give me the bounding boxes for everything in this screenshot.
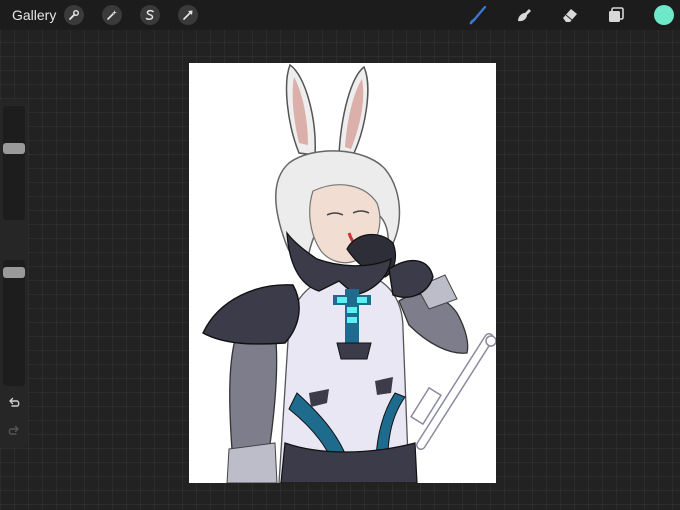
bunny-ears (285, 63, 369, 160)
layers-icon (609, 7, 624, 22)
top-toolbar: Gallery (0, 0, 680, 30)
arrow-cursor-icon (183, 10, 193, 20)
opacity-slider[interactable] (3, 260, 25, 386)
drawing-canvas[interactable] (189, 63, 496, 483)
layers-tool-button[interactable] (604, 3, 628, 27)
actions-button[interactable] (64, 5, 84, 25)
smudge-icon (518, 9, 531, 22)
artwork-illustration (202, 63, 496, 483)
smudge-tool-button[interactable] (512, 3, 536, 27)
undo-arrow-icon (9, 397, 20, 407)
opacity-slider-thumb[interactable] (3, 266, 25, 278)
left-sidebar (0, 100, 28, 448)
left-pauldron (202, 284, 300, 345)
adjustments-button[interactable] (102, 5, 122, 25)
selection-button[interactable] (140, 5, 160, 25)
selection-s-icon (145, 9, 154, 21)
transform-button[interactable] (178, 5, 198, 25)
gallery-button[interactable]: Gallery (12, 6, 56, 24)
color-picker-button[interactable] (654, 5, 674, 25)
brush-size-slider[interactable] (3, 106, 25, 220)
eraser-icon (563, 9, 577, 22)
wrench-icon (69, 10, 79, 20)
magic-wand-icon (107, 10, 117, 20)
brush-icon (469, 5, 487, 25)
brush-size-slider-thumb[interactable] (3, 143, 25, 155)
undo-button[interactable] (6, 395, 22, 411)
redo-button[interactable] (6, 423, 22, 439)
eraser-tool-button[interactable] (558, 3, 582, 27)
redo-arrow-icon (8, 425, 19, 435)
brush-tool-button[interactable] (466, 3, 490, 27)
